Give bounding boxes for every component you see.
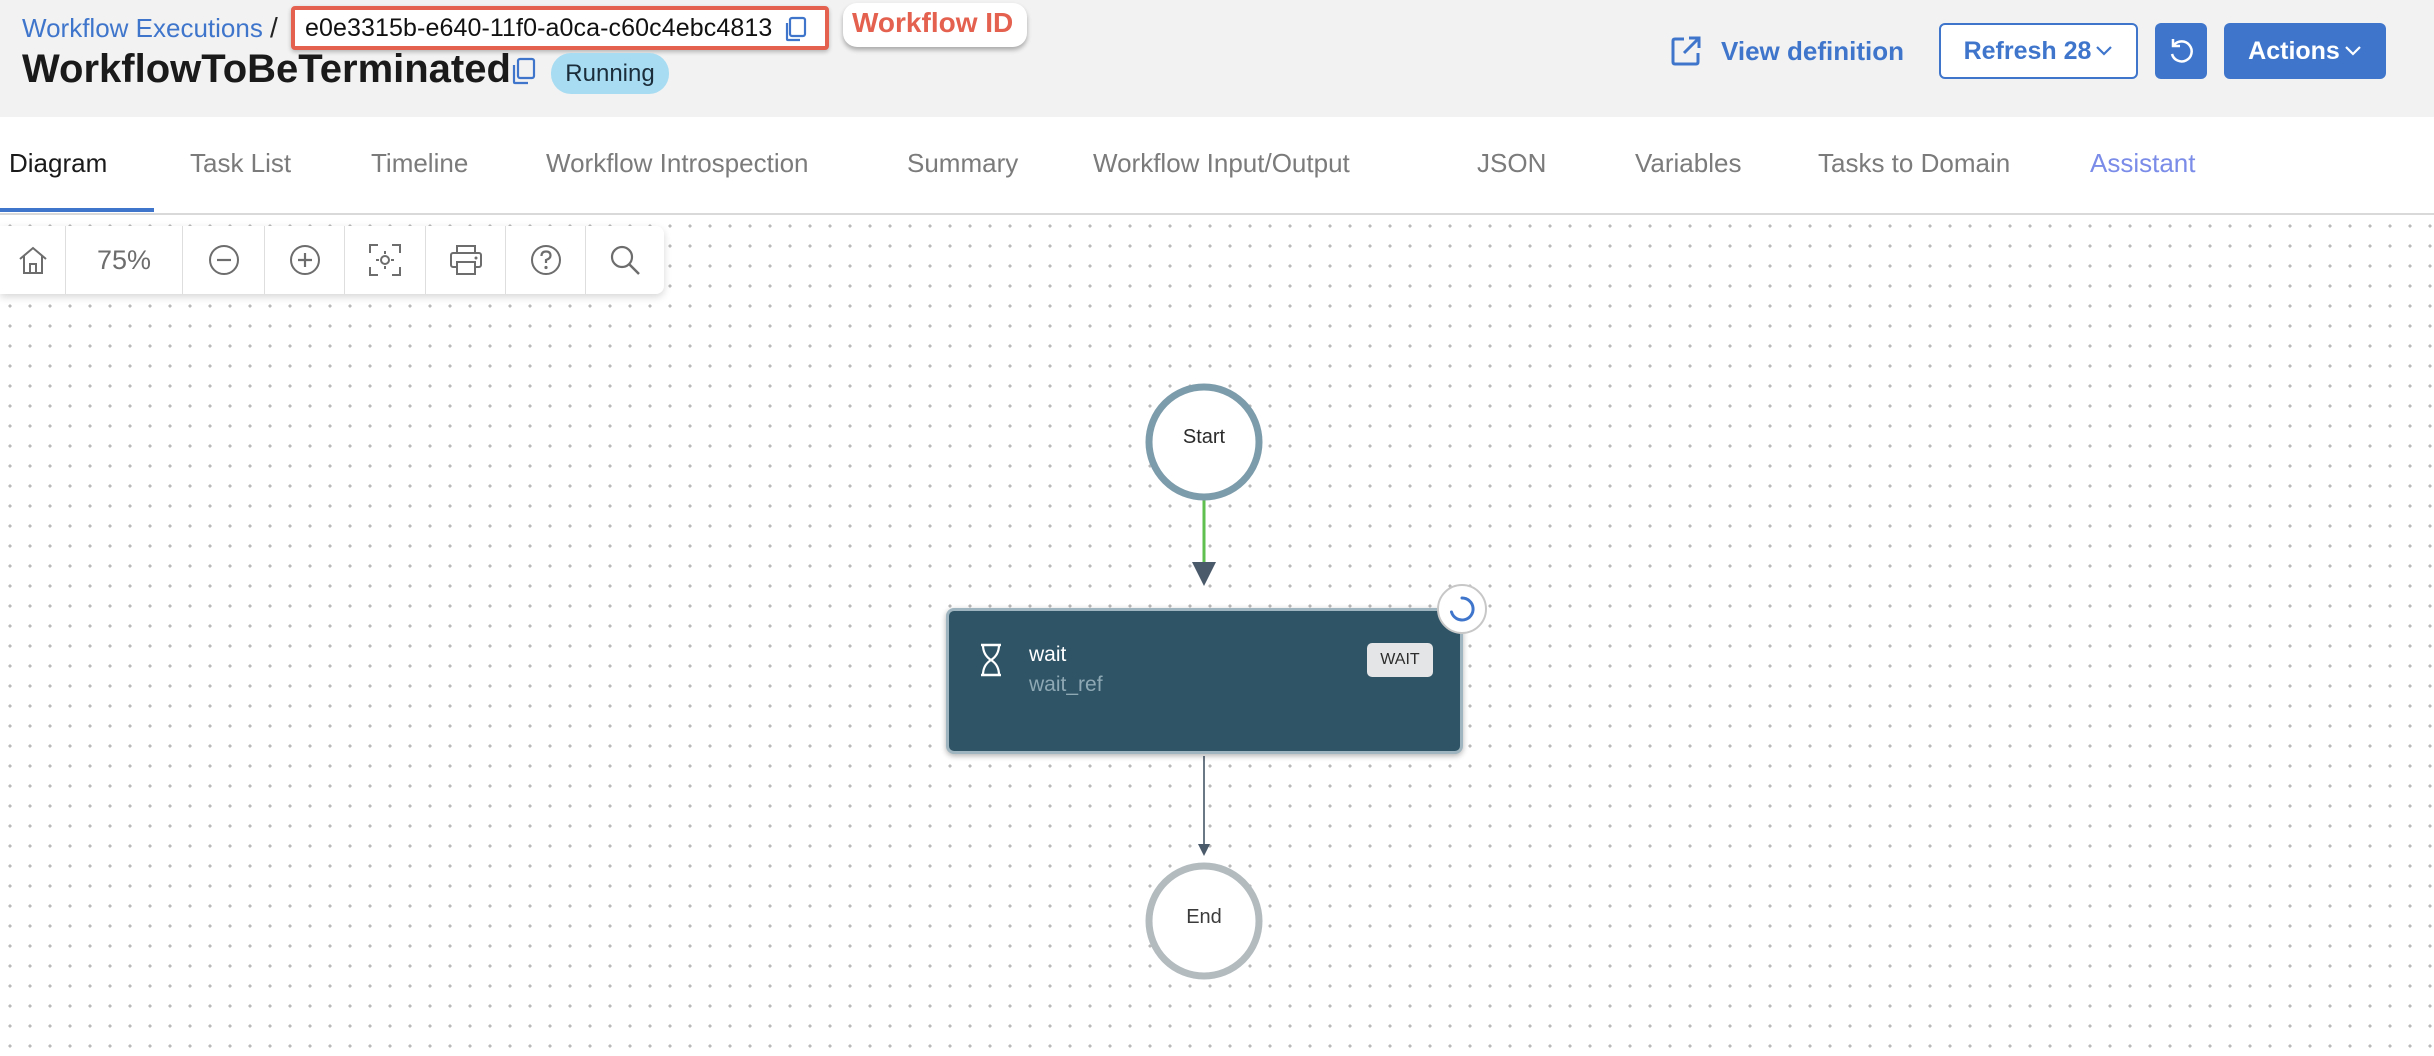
active-tab-indicator [0,208,154,212]
tab-variables[interactable]: Variables [1635,148,1741,179]
chevron-down-icon [2096,46,2113,56]
tab-summary[interactable]: Summary [907,148,1018,179]
copy-name-icon[interactable] [509,56,539,86]
external-link-icon [1671,36,1701,66]
tab-workflow-introspection[interactable]: Workflow Introspection [546,148,809,179]
refresh-button-label: Refresh 28 [1963,36,2092,65]
tab-workflow-input-output[interactable]: Workflow Input/Output [1093,148,1350,179]
task-name: wait [1029,643,1067,666]
start-node-label: Start [1182,426,1226,448]
edge-start-to-wait-arrowhead [1192,562,1216,586]
view-definition-link[interactable]: View definition [1669,30,1904,72]
breadcrumb-separator: / [270,12,278,43]
workflow-id-text: e0e3315b-e640-11f0-a0ca-c60c4ebc4813 [305,14,773,42]
restart-button[interactable] [2155,23,2207,79]
view-definition-label: View definition [1721,35,1904,66]
actions-button-label: Actions [2248,36,2340,65]
task-type-badge: WAIT [1367,643,1433,677]
task-running-indicator [1437,584,1487,634]
tab-timeline[interactable]: Timeline [371,148,468,179]
end-node-label: End [1186,906,1222,928]
workflow-id-callout-label: Workflow ID [852,7,1014,38]
workflow-name-title: WorkflowToBeTerminated [22,47,511,91]
chevron-down-icon [2345,46,2361,56]
tab-diagram[interactable]: Diagram [9,148,107,179]
task-node-wait[interactable]: wait wait_ref WAIT [946,608,1463,754]
tab-tasks-to-domain[interactable]: Tasks to Domain [1818,148,2010,179]
task-reference-name: wait_ref [1029,673,1103,696]
hourglass-icon [981,643,1001,677]
workflow-header: Workflow Executions / e0e3315b-e640-11f0… [0,0,2434,117]
breadcrumb-workflow-executions-link[interactable]: Workflow Executions [22,13,263,44]
refresh-button[interactable]: Refresh 28 [1939,23,2138,79]
tab-task-list[interactable]: Task List [190,148,291,179]
edge-wait-to-end-arrowhead [1198,844,1210,856]
loading-spinner-icon [1450,596,1475,622]
tab-assistant[interactable]: Assistant [2090,148,2196,179]
reset-icon [2170,39,2193,63]
workflow-id-highlight: e0e3315b-e640-11f0-a0ca-c60c4ebc4813 [291,6,829,50]
workflow-id-callout: Workflow ID [843,3,1027,47]
tab-json[interactable]: JSON [1477,148,1546,179]
tab-bar: Diagram Task List Timeline Workflow Intr… [0,117,2434,215]
status-badge: Running [551,53,669,94]
actions-button[interactable]: Actions [2224,23,2386,79]
copy-id-icon[interactable] [782,15,810,43]
diagram-canvas[interactable]: 75% Start End wait wait_ref WAIT [0,216,2434,1056]
